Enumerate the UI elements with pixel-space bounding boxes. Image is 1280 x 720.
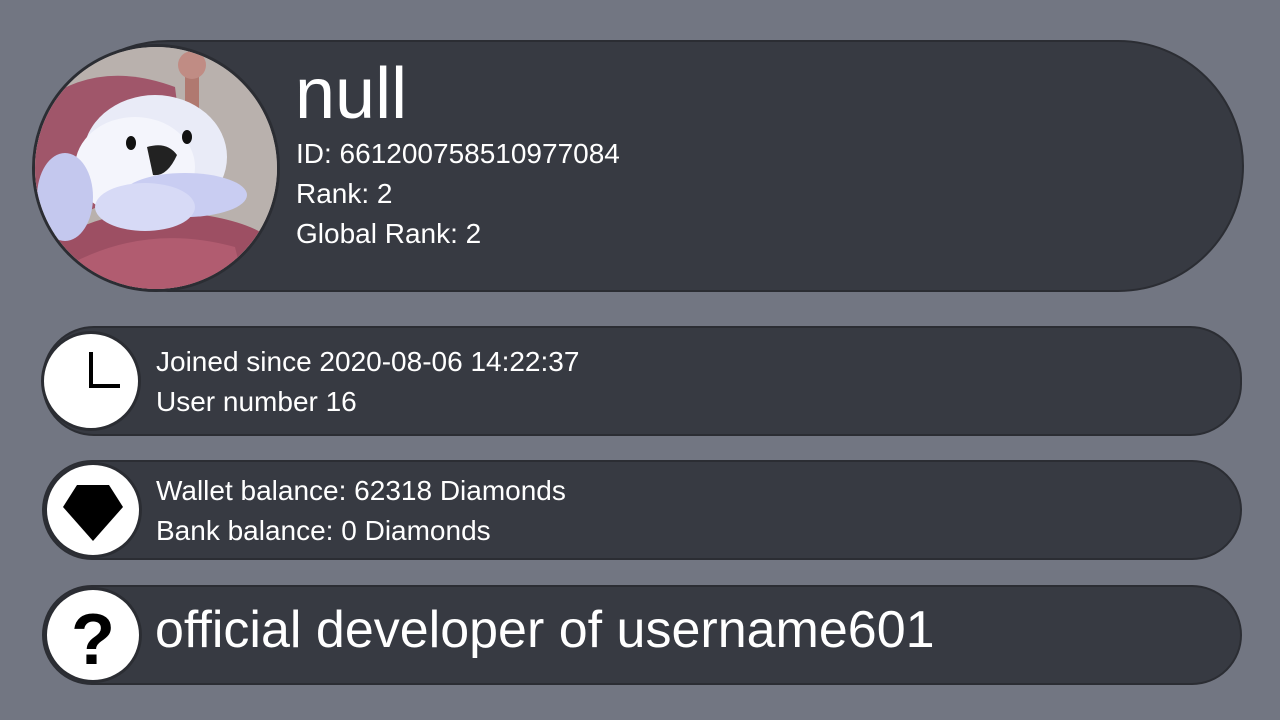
wallet-balance: Wallet balance: 62318 Diamonds [156,475,566,506]
question-mark-icon: ? [44,587,142,683]
membership-card [42,326,1242,436]
bank-balance: Bank balance: 0 Diamonds [156,515,491,546]
user-number: User number 16 [156,386,357,417]
user-id: ID: 661200758510977084 [296,138,620,169]
cartoon-avatar-image [35,47,277,289]
rank: Rank: 2 [296,178,393,209]
joined-date: Joined since 2020-08-06 14:22:37 [156,346,580,377]
clock-icon [41,331,141,431]
avatar [32,44,280,292]
username: null [295,54,408,134]
svg-text:?: ? [71,600,115,680]
diamond-icon [44,462,142,558]
global-rank: Global Rank: 2 [296,218,482,249]
bio-text: official developer of username601 [155,601,935,659]
